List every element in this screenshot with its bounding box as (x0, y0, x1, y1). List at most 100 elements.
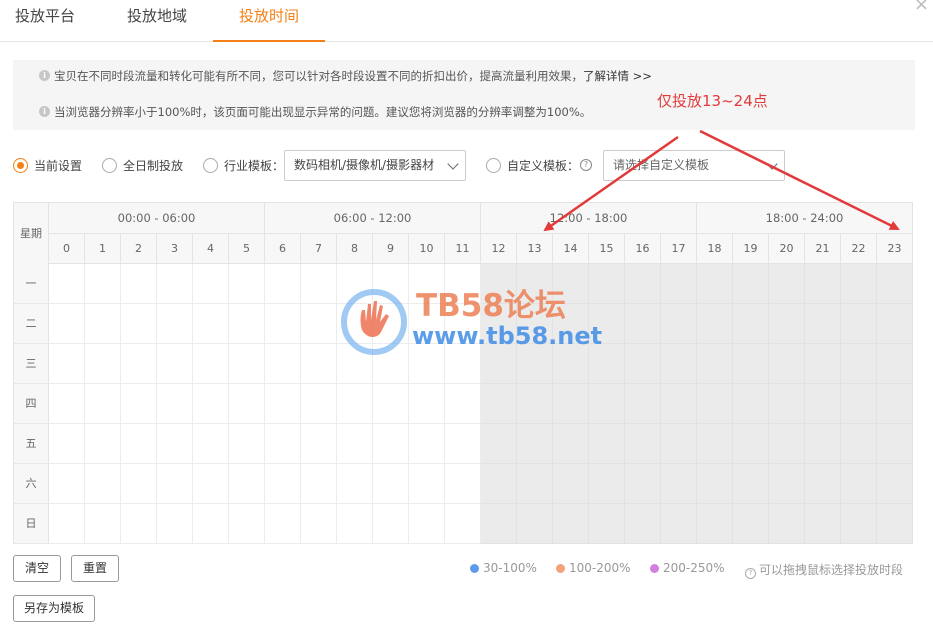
schedule-cell[interactable] (445, 344, 481, 384)
schedule-cell[interactable] (805, 344, 841, 384)
schedule-cell[interactable] (301, 264, 337, 304)
radio-allday[interactable] (102, 158, 117, 173)
schedule-cell[interactable] (157, 344, 193, 384)
schedule-cell[interactable] (625, 464, 661, 504)
schedule-cell[interactable] (877, 304, 913, 344)
schedule-cell[interactable] (301, 504, 337, 544)
schedule-cell[interactable] (805, 504, 841, 544)
schedule-cell[interactable] (877, 464, 913, 504)
schedule-cell[interactable] (445, 264, 481, 304)
schedule-cell[interactable] (157, 464, 193, 504)
save-template-button[interactable]: 另存为模板 (13, 595, 95, 622)
schedule-cell[interactable] (445, 424, 481, 464)
custom-template-select[interactable]: 请选择自定义模板 (603, 150, 785, 181)
schedule-cell[interactable] (841, 424, 877, 464)
schedule-cell[interactable] (805, 264, 841, 304)
schedule-cell[interactable] (49, 504, 85, 544)
radio-custom[interactable] (486, 158, 501, 173)
schedule-cell[interactable] (553, 304, 589, 344)
clear-button[interactable]: 清空 (13, 555, 61, 582)
schedule-cell[interactable] (697, 504, 733, 544)
schedule-cell[interactable] (337, 344, 373, 384)
schedule-cell[interactable] (481, 304, 517, 344)
schedule-cell[interactable] (589, 424, 625, 464)
schedule-cell[interactable] (841, 264, 877, 304)
schedule-cell[interactable] (877, 424, 913, 464)
schedule-cell[interactable] (733, 464, 769, 504)
schedule-cell[interactable] (733, 424, 769, 464)
schedule-cell[interactable] (49, 304, 85, 344)
schedule-cell[interactable] (301, 384, 337, 424)
schedule-cell[interactable] (733, 264, 769, 304)
schedule-cell[interactable] (625, 344, 661, 384)
schedule-cell[interactable] (301, 344, 337, 384)
schedule-cell[interactable] (49, 264, 85, 304)
schedule-cell[interactable] (877, 504, 913, 544)
schedule-cell[interactable] (697, 424, 733, 464)
schedule-cell[interactable] (625, 424, 661, 464)
schedule-cell[interactable] (85, 504, 121, 544)
schedule-cell[interactable] (661, 464, 697, 504)
schedule-cell[interactable] (733, 304, 769, 344)
schedule-cell[interactable] (661, 344, 697, 384)
schedule-cell[interactable] (85, 344, 121, 384)
schedule-cell[interactable] (445, 504, 481, 544)
schedule-cell[interactable] (769, 304, 805, 344)
schedule-cell[interactable] (85, 464, 121, 504)
schedule-cell[interactable] (337, 304, 373, 344)
schedule-cell[interactable] (157, 384, 193, 424)
schedule-cell[interactable] (373, 504, 409, 544)
schedule-cell[interactable] (805, 304, 841, 344)
schedule-cell[interactable] (157, 504, 193, 544)
schedule-cell[interactable] (733, 384, 769, 424)
schedule-cell[interactable] (517, 424, 553, 464)
schedule-cell[interactable] (697, 264, 733, 304)
schedule-cell[interactable] (481, 344, 517, 384)
schedule-cell[interactable] (481, 464, 517, 504)
tab-schedule[interactable]: 投放时间 (213, 0, 325, 42)
schedule-cell[interactable] (517, 504, 553, 544)
schedule-cell[interactable] (517, 264, 553, 304)
schedule-cell[interactable] (805, 424, 841, 464)
industry-template-select[interactable]: 数码相机/摄像机/摄影器材 (284, 150, 466, 181)
schedule-cell[interactable] (697, 344, 733, 384)
schedule-cell[interactable] (409, 384, 445, 424)
schedule-cell[interactable] (589, 304, 625, 344)
schedule-cell[interactable] (121, 464, 157, 504)
schedule-cell[interactable] (877, 344, 913, 384)
schedule-cell[interactable] (841, 344, 877, 384)
schedule-cell[interactable] (85, 384, 121, 424)
schedule-cell[interactable] (121, 264, 157, 304)
schedule-cell[interactable] (553, 504, 589, 544)
schedule-cell[interactable] (625, 504, 661, 544)
schedule-cell[interactable] (769, 424, 805, 464)
schedule-cell[interactable] (553, 384, 589, 424)
schedule-cell[interactable] (121, 504, 157, 544)
schedule-cell[interactable] (49, 464, 85, 504)
schedule-cell[interactable] (877, 264, 913, 304)
schedule-cell[interactable] (373, 384, 409, 424)
schedule-cell[interactable] (193, 304, 229, 344)
schedule-cell[interactable] (625, 304, 661, 344)
schedule-cell[interactable] (373, 264, 409, 304)
schedule-cell[interactable] (625, 384, 661, 424)
schedule-cell[interactable] (589, 464, 625, 504)
schedule-cell[interactable] (193, 264, 229, 304)
schedule-cell[interactable] (193, 504, 229, 544)
schedule-cell[interactable] (409, 304, 445, 344)
schedule-cell[interactable] (769, 464, 805, 504)
schedule-cell[interactable] (121, 304, 157, 344)
schedule-cell[interactable] (841, 304, 877, 344)
schedule-cell[interactable] (553, 264, 589, 304)
schedule-cell[interactable] (625, 264, 661, 304)
schedule-cell[interactable] (517, 344, 553, 384)
schedule-cell[interactable] (409, 344, 445, 384)
schedule-cell[interactable] (409, 504, 445, 544)
schedule-cell[interactable] (265, 464, 301, 504)
schedule-cell[interactable] (229, 344, 265, 384)
schedule-cell[interactable] (301, 424, 337, 464)
schedule-cell[interactable] (661, 264, 697, 304)
close-icon[interactable]: × (914, 0, 929, 15)
schedule-cell[interactable] (409, 264, 445, 304)
schedule-cell[interactable] (49, 384, 85, 424)
